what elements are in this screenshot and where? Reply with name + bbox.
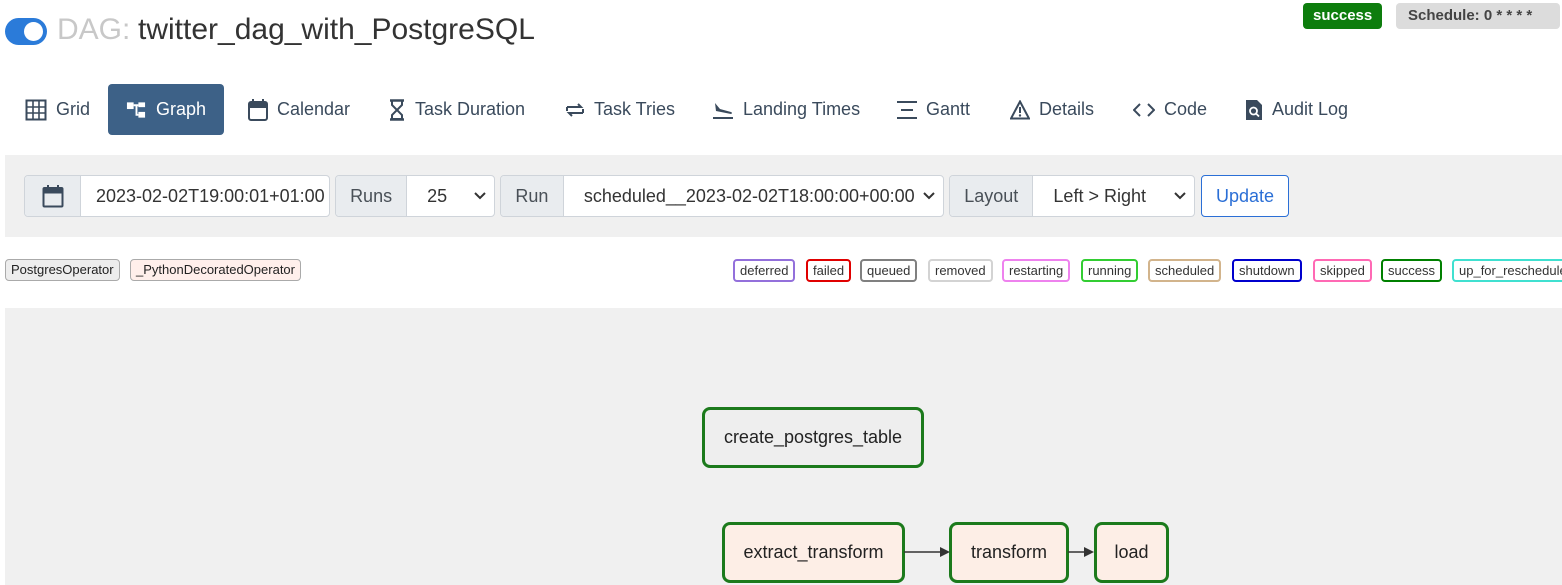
- tab-task-duration[interactable]: Task Duration: [388, 84, 543, 135]
- tab-gantt[interactable]: Gantt: [897, 84, 988, 135]
- state-legend-shutdown[interactable]: shutdown: [1232, 259, 1302, 282]
- state-legend-success[interactable]: success: [1381, 259, 1442, 282]
- tab-label: Grid: [56, 99, 91, 119]
- run-select[interactable]: scheduled__2023-02-02T18:00:00+00:00: [564, 176, 943, 216]
- calendar-icon: [248, 98, 268, 121]
- task-node-label: extract_transform: [743, 542, 884, 562]
- chevron-down-icon: [474, 192, 486, 200]
- dag-prefix: DAG:: [57, 13, 131, 46]
- gantt-icon: [897, 100, 917, 119]
- state-legend-failed[interactable]: failed: [806, 259, 852, 282]
- toggle-knob: [24, 22, 43, 41]
- task-node-label: load: [1114, 542, 1149, 562]
- task-node-transform[interactable]: transform: [949, 522, 1069, 583]
- tab-label: Task Tries: [594, 99, 676, 119]
- tab-task-tries[interactable]: Task Tries: [565, 84, 693, 135]
- code-icon: [1133, 102, 1155, 117]
- warning-triangle-icon: [1010, 99, 1030, 119]
- chevron-down-icon: [923, 192, 935, 200]
- tab-label: Calendar: [277, 99, 351, 119]
- dag-graph-canvas[interactable]: create_postgres_table extract_transform …: [5, 308, 1562, 585]
- graph-icon: [126, 101, 146, 118]
- grid-icon: [25, 99, 47, 120]
- task-node-label: transform: [970, 542, 1048, 562]
- base-date-calendar-button[interactable]: [25, 176, 81, 216]
- tab-label: Code: [1164, 99, 1208, 119]
- state-legend-skipped[interactable]: skipped: [1313, 259, 1372, 282]
- task-node-create-postgres-table[interactable]: create_postgres_table: [702, 407, 924, 468]
- dag-view-tabs: Grid Graph Calendar Task Duration Task T…: [0, 84, 1562, 135]
- tab-graph[interactable]: Graph: [108, 84, 224, 135]
- run-group: Run scheduled__2023-02-02T18:00:00+00:00: [500, 175, 944, 217]
- layout-value: Left > Right: [1053, 185, 1146, 206]
- layout-select[interactable]: Left > Right: [1033, 176, 1194, 216]
- task-node-load[interactable]: load: [1094, 522, 1169, 583]
- state-legend-queued[interactable]: queued: [860, 259, 918, 282]
- operator-legend-postgres[interactable]: PostgresOperator: [5, 259, 120, 281]
- tab-label: Landing Times: [743, 99, 861, 119]
- tab-grid[interactable]: Grid: [25, 84, 108, 135]
- retry-icon: [566, 102, 584, 117]
- state-legend-deferred[interactable]: deferred: [733, 259, 796, 282]
- tab-label: Graph: [155, 99, 206, 119]
- edge-transform-to-load: [1068, 547, 1094, 557]
- dag-title[interactable]: twitter_dag_with_PostgreSQL: [138, 12, 535, 48]
- calendar-icon: [42, 185, 63, 208]
- state-legend-running[interactable]: running: [1081, 259, 1139, 282]
- state-legend-removed[interactable]: removed: [928, 259, 993, 282]
- layout-label: Layout: [950, 176, 1034, 216]
- tab-label: Task Duration: [415, 99, 526, 119]
- runs-label: Runs: [336, 176, 408, 216]
- graph-filter-bar: 2023-02-02T19:00:01+01:00 Runs 25 Run sc…: [5, 155, 1562, 237]
- runs-select[interactable]: 25: [407, 176, 494, 216]
- tab-details[interactable]: Details: [1010, 84, 1112, 135]
- legend-row: PostgresOperator _PythonDecoratedOperato…: [0, 258, 1562, 283]
- task-node-extract-transform[interactable]: extract_transform: [722, 522, 905, 583]
- base-date-input[interactable]: 2023-02-02T19:00:01+01:00: [81, 176, 329, 216]
- operator-legend-python-decorated[interactable]: _PythonDecoratedOperator: [130, 259, 301, 281]
- run-label: Run: [501, 176, 564, 216]
- chevron-down-icon: [1174, 192, 1186, 200]
- tab-calendar[interactable]: Calendar: [248, 84, 368, 135]
- task-node-label: create_postgres_table: [723, 427, 903, 447]
- state-legend-restarting[interactable]: restarting: [1002, 259, 1071, 282]
- tab-label: Gantt: [926, 99, 971, 119]
- layout-group: Layout Left > Right: [949, 175, 1195, 217]
- update-button[interactable]: Update: [1201, 175, 1289, 217]
- tab-audit-log[interactable]: Audit Log: [1245, 84, 1366, 135]
- plane-landing-icon: [713, 102, 733, 119]
- state-legend-scheduled[interactable]: scheduled: [1148, 259, 1222, 282]
- schedule-badge[interactable]: Schedule: 0 * * * *: [1396, 3, 1560, 29]
- tab-code[interactable]: Code: [1133, 84, 1225, 135]
- dag-header: DAG: twitter_dag_with_PostgreSQL success…: [0, 0, 1562, 70]
- runs-group: Runs 25: [335, 175, 495, 217]
- hourglass-icon: [390, 98, 404, 121]
- file-search-icon: [1246, 99, 1262, 120]
- state-legend-up-for-reschedule[interactable]: up_for_reschedule: [1452, 259, 1562, 282]
- run-value: scheduled__2023-02-02T18:00:00+00:00: [583, 185, 915, 206]
- tab-label: Audit Log: [1272, 99, 1349, 119]
- dag-run-status-badge: success: [1303, 3, 1383, 29]
- runs-value: 25: [427, 185, 448, 206]
- dag-pause-toggle[interactable]: [5, 18, 47, 45]
- edge-extract-transform-to-transform: [904, 547, 950, 557]
- tab-landing-times[interactable]: Landing Times: [712, 84, 878, 135]
- base-date-group: 2023-02-02T19:00:01+01:00: [24, 175, 330, 217]
- tab-label: Details: [1039, 99, 1095, 119]
